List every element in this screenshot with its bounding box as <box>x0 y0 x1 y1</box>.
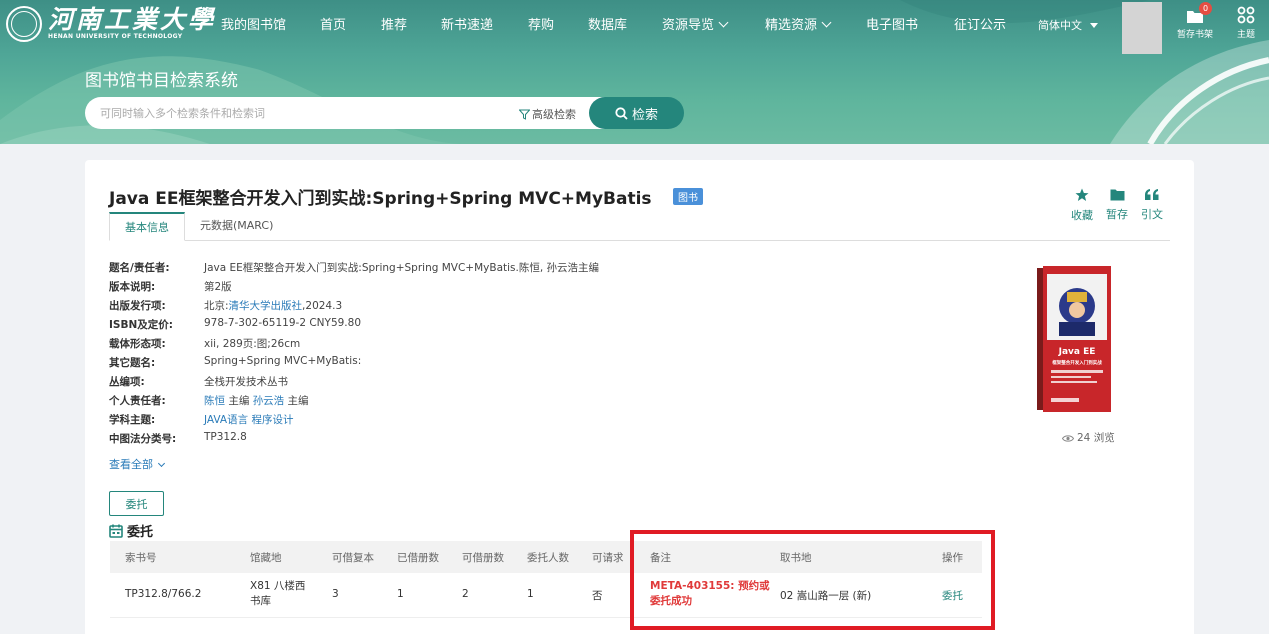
chevron-down-icon <box>718 17 729 28</box>
col-borrowed: 已借册数 <box>397 552 439 564</box>
search-input[interactable] <box>100 97 490 129</box>
nav-my-library[interactable]: 我的图书馆 <box>221 14 286 33</box>
borrowed-cell: 1 <box>397 588 404 600</box>
tab-marc-metadata[interactable]: 元数据(MARC) <box>185 212 288 241</box>
field-other-title: 其它题名: Spring+Spring MVC+MyBatis: <box>109 355 362 369</box>
field-edition: 版本说明: 第2版 <box>109 281 232 293</box>
eye-icon <box>1061 435 1075 442</box>
resource-type-tag: 图书 <box>673 188 703 205</box>
catalog-system-title: 图书馆书目检索系统 <box>85 71 238 91</box>
theme-label: 主题 <box>1237 30 1256 40</box>
col-available: 可借册数 <box>462 552 504 564</box>
col-requestable: 可请求 <box>592 552 624 564</box>
folder-icon <box>1110 189 1124 201</box>
col-requesters: 委托人数 <box>527 552 569 564</box>
field-title-responsibility: 题名/责任者: Java EE框架整合开发入门到实战:Spring+Spring… <box>109 262 600 274</box>
chevron-down-icon <box>821 17 832 28</box>
subject-link[interactable]: JAVA语言 <box>204 414 248 426</box>
row-entrust-link[interactable]: 委托 <box>942 588 963 603</box>
author-link[interactable]: 孙云浩 <box>253 395 285 407</box>
nav-new-books[interactable]: 新书速递 <box>441 14 493 33</box>
subject-link[interactable]: 程序设计 <box>251 414 293 426</box>
field-physical-description: 载体形态项: xii, 289页:图;26cm <box>109 338 301 350</box>
col-location: 馆藏地 <box>250 552 282 564</box>
field-personal-author: 个人责任者: 陈恒 主编 孙云浩 主编 <box>109 395 309 407</box>
search-button[interactable]: 检索 <box>589 97 684 129</box>
view-all-link[interactable]: 查看全部 <box>109 456 166 472</box>
book-title: Java EE框架整合开发入门到实战:Spring+Spring MVC+MyB… <box>109 189 652 209</box>
language-selector[interactable]: 简体中文 <box>1038 17 1098 33</box>
nav-ebooks[interactable]: 电子图书 <box>866 14 918 33</box>
publisher-link[interactable]: 清华大学出版社 <box>229 300 303 312</box>
temp-shelf-label: 暂存书架 <box>1176 30 1213 40</box>
holdings-table: 索书号 馆藏地 可借复本 已借册数 可借册数 委托人数 可请求 备注 取书地 操… <box>110 541 982 618</box>
calendar-icon <box>109 524 123 538</box>
table-header: 索书号 馆藏地 可借复本 已借册数 可借册数 委托人数 可请求 备注 取书地 操… <box>110 541 982 573</box>
location-cell: X81 八楼西书库 <box>250 580 306 607</box>
note-cell: META-403155: 预约或委托成功 <box>650 580 770 607</box>
quote-icon <box>1145 189 1159 200</box>
bibliographic-fields: 题名/责任者: Java EE框架整合开发入门到实战:Spring+Spring… <box>109 260 599 450</box>
book-cover-image[interactable]: Java EE 框架整合开发入门到实战 <box>1037 266 1111 412</box>
col-copies: 可借复本 <box>332 552 374 564</box>
theme-grid-icon <box>1237 6 1255 24</box>
tab-basic-info[interactable]: 基本信息 <box>109 212 185 241</box>
advanced-search-link[interactable]: 高级检索 <box>518 106 576 122</box>
nav-home[interactable]: 首页 <box>320 14 346 33</box>
col-note: 备注 <box>650 552 671 564</box>
cover-title-text: Java EE <box>1058 347 1096 357</box>
entrust-button[interactable]: 委托 <box>109 491 164 516</box>
filter-icon <box>518 109 531 120</box>
field-clc-number: 中图法分类号: TP312.8 <box>109 431 247 445</box>
nav-featured-resources[interactable]: 精选资源 <box>765 14 832 33</box>
theme-button[interactable]: 主题 <box>1237 6 1255 40</box>
copies-cell: 3 <box>332 588 339 600</box>
field-series: 丛编项: 全栈开发技术丛书 <box>109 376 288 388</box>
star-icon <box>1075 188 1089 201</box>
detail-tabs: 基本信息 元数据(MARC) <box>109 212 1170 241</box>
caret-down-icon <box>1090 23 1098 28</box>
requesters-cell: 1 <box>527 588 534 600</box>
logo-english-name: HENAN UNIVERSITY OF TECHNOLOGY <box>48 33 183 40</box>
nav-purchase-suggest[interactable]: 荐购 <box>528 14 554 33</box>
col-pickup: 取书地 <box>780 552 812 564</box>
col-action: 操作 <box>942 552 963 564</box>
requestable-cell: 否 <box>592 590 603 602</box>
search-bar: 高级检索 <box>85 97 605 129</box>
view-count: 24 浏览 <box>1061 430 1115 445</box>
nav-recommend[interactable]: 推荐 <box>381 14 407 33</box>
temp-shelf-button[interactable]: 0 暂存书架 <box>1176 2 1214 40</box>
user-avatar[interactable] <box>1122 2 1162 54</box>
book-detail-card: Java EE框架整合开发入门到实战:Spring+Spring MVC+MyB… <box>85 160 1194 634</box>
shelf-count-badge: 0 <box>1199 2 1212 15</box>
field-publication: 出版发行项: 北京:清华大学出版社,2024.3 <box>109 300 343 312</box>
nav-database[interactable]: 数据库 <box>588 14 627 33</box>
search-icon <box>615 106 628 120</box>
field-subject: 学科主题: JAVA语言 程序设计 <box>109 414 294 426</box>
call-number-cell: TP312.8/766.2 <box>125 588 202 600</box>
available-cell: 2 <box>462 588 469 600</box>
col-call-number: 索书号 <box>125 552 157 564</box>
field-isbn-price: ISBN及定价: 978-7-302-65119-2 CNY59.80 <box>109 317 361 331</box>
university-logo[interactable]: 河南工業大學 HENAN UNIVERSITY OF TECHNOLOGY <box>6 6 216 42</box>
header-banner: 河南工業大學 HENAN UNIVERSITY OF TECHNOLOGY 我的… <box>0 0 1269 144</box>
pickup-cell: 02 嵩山路一层 (新) <box>780 590 872 602</box>
logo-chinese-name: 河南工業大學 <box>48 5 217 34</box>
author-link[interactable]: 陈恒 <box>204 395 225 407</box>
cover-subtitle-text: 框架整合开发入门到实战 <box>1052 359 1102 366</box>
seal-icon <box>6 6 42 42</box>
chevron-down-icon <box>157 459 166 468</box>
nav-resource-guide[interactable]: 资源导览 <box>662 14 729 33</box>
table-row: TP312.8/766.2 X81 八楼西书库 3 1 2 1 否 META-4… <box>110 573 982 618</box>
nav-subscription-notice[interactable]: 征订公示 <box>954 14 1006 33</box>
entrust-section-title: 委托 <box>109 521 153 540</box>
